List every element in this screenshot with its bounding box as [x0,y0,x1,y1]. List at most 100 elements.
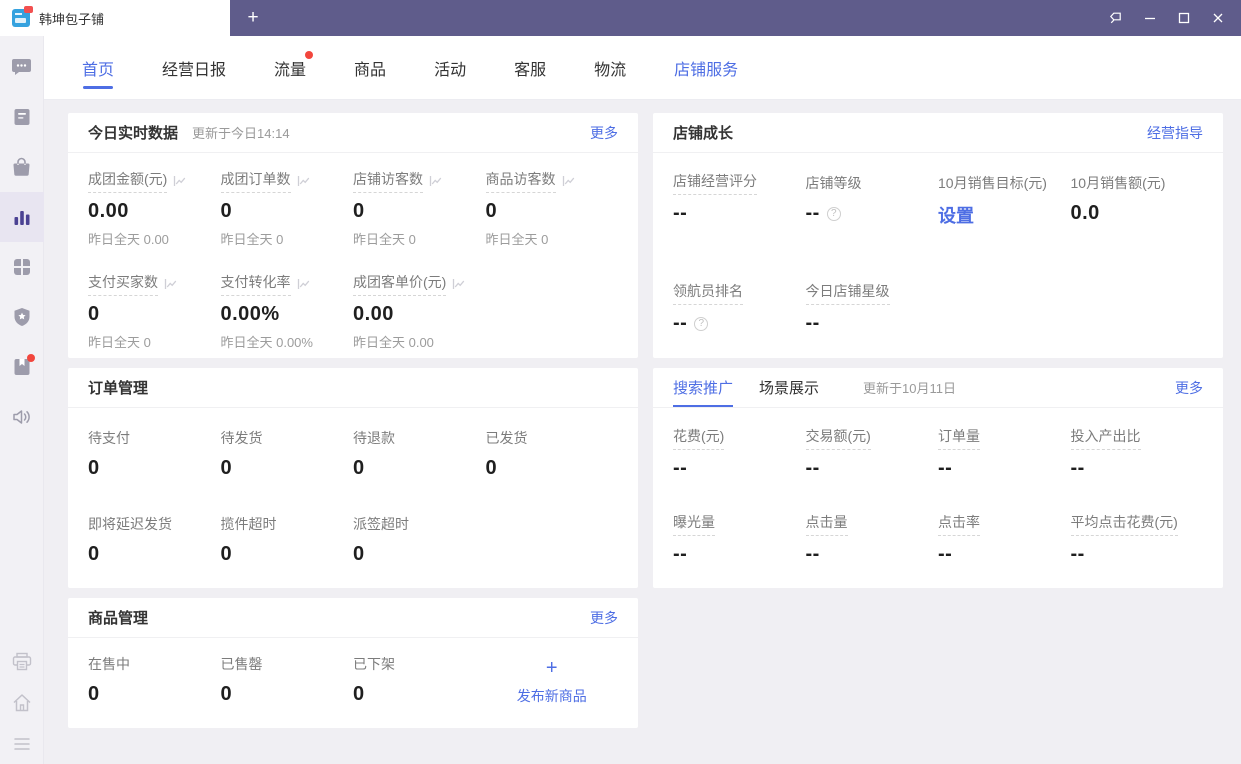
sidebar-menu-icon[interactable] [0,723,44,764]
close-icon[interactable] [1205,5,1231,31]
sidebar-bag-icon[interactable] [0,142,44,192]
metric-yesterday: 昨日全天 0.00% [220,335,313,350]
window-titlebar: 韩坤包子铺 + [0,0,1241,36]
metric-label: 待支付 [88,430,130,446]
trend-chart-icon[interactable] [297,278,310,290]
trend-chart-icon[interactable] [164,278,177,290]
updated-time: 更新于10月11日 [863,381,956,396]
metric-value: 0 [88,683,100,705]
titlebar-drag-area [276,0,1103,36]
metric-label: 商品访客数 [485,169,556,193]
trend-chart-icon[interactable] [452,278,465,290]
nav-tab[interactable]: 店铺服务 [674,36,738,99]
more-link[interactable]: 更多 [590,608,618,628]
sidebar-chat-icon[interactable] [0,42,44,92]
metric-value: -- [673,202,688,224]
guidance-link[interactable]: 经营指导 [1147,123,1203,143]
nav-tab-label: 首页 [82,61,115,79]
set-target-link[interactable]: 设置 [938,202,974,228]
metric-cell: 店铺访客数 0 昨日全天 0 [353,171,486,248]
metric-label: 平均点击花费(元) [1070,512,1178,536]
metric-cell: 花费(元) -- [673,428,806,480]
nav-tab-label: 流量 [274,61,307,79]
publish-new-goods-button[interactable]: + 发布新商品 [486,654,619,706]
metric-label: 支付转化率 [220,272,291,296]
metric-cell: 订单量 -- [938,428,1071,480]
metric-label: 在售中 [88,656,130,672]
metric-value: -- [805,543,820,565]
metric-value: -- [1070,457,1085,479]
sidebar-book-icon[interactable] [0,342,44,392]
updated-time: 更新于今日14:14 [192,126,290,141]
metric-cell: 派签超时 0 [353,514,486,566]
metric-yesterday: 昨日全天 0 [220,232,284,247]
nav-tab[interactable]: 客服 [514,36,546,99]
metric-label: 今日店铺星级 [805,281,890,305]
metric-label: 支付买家数 [88,272,158,296]
metric-label: 待发货 [220,430,263,446]
new-tab-button[interactable]: + [230,0,276,36]
metric-cell: 成团订单数 0 昨日全天 0 [220,169,354,248]
sidebar-home-icon[interactable] [0,682,44,723]
promotion-tab[interactable]: 场景展示 [759,368,819,407]
metric-label: 店铺访客数 [353,169,423,193]
trend-chart-icon[interactable] [562,175,575,187]
nav-tab[interactable]: 物流 [594,36,626,99]
sidebar-printer-icon[interactable] [0,641,44,682]
promotion-tab[interactable]: 搜索推广 [673,368,734,407]
nav-tab-label: 客服 [514,61,547,79]
metric-cell: 领航员排名 -- ? [673,283,806,335]
help-icon[interactable]: ? [826,206,841,221]
sidebar-grid-icon[interactable] [0,242,44,292]
metric-yesterday: 昨日全天 0.00 [353,335,434,350]
nav-tab-label: 活动 [434,61,467,79]
metric-cell: 已售罄 0 [221,654,354,706]
trend-chart-icon[interactable] [429,175,442,187]
nav-tab[interactable]: 商品 [354,36,386,99]
metric-value: 0 [220,200,233,222]
metric-label: 已下架 [353,656,395,672]
metric-yesterday: 昨日全天 0 [88,335,151,350]
metric-label: 成团订单数 [220,169,291,193]
minimize-icon[interactable] [1137,5,1163,31]
trend-chart-icon[interactable] [173,175,186,187]
sidebar-document-icon[interactable] [0,92,44,142]
metric-cell: 商品访客数 0 昨日全天 0 [485,169,619,248]
help-icon[interactable]: ? [694,316,709,331]
nav-tab[interactable]: 首页 [82,36,114,99]
sidebar-shield-icon[interactable] [0,292,44,342]
metric-value: 0 [88,457,100,479]
nav-tab[interactable]: 活动 [434,36,466,99]
tab-title: 韩坤包子铺 [39,11,105,27]
metric-value: 0 [353,457,365,479]
metric-yesterday: 昨日全天 0 [485,232,549,247]
metric-value: -- [673,457,688,479]
metric-cell: 今日店铺星级 -- [805,281,939,335]
metric-label: 即将延迟发货 [88,516,172,532]
promotion-header: 搜索推广 场景展示 更新于10月11日 更多 [653,368,1223,408]
card-promotion: 搜索推广 场景展示 更新于10月11日 更多 花费(元) -- 交易额(元) -… [653,368,1223,588]
metric-value: 0 [353,683,365,705]
metric-cell: 10月销售额(元) 0.0 [1071,173,1204,228]
more-link[interactable]: 更多 [1175,378,1203,398]
pin-window-icon[interactable] [1103,5,1129,31]
metric-cell: 成团金额(元) 0.00 昨日全天 0.00 [88,171,221,248]
metric-cell: 支付买家数 0 昨日全天 0 [88,274,221,351]
metric-value: 0 [353,200,365,222]
metric-value: -- [805,202,820,224]
nav-tab[interactable]: 经营日报 [162,36,226,99]
sidebar-bar-chart-icon[interactable] [0,192,44,242]
metric-yesterday: 昨日全天 0 [353,232,416,247]
nav-tab-label: 店铺服务 [674,61,739,79]
metric-label: 成团客单价(元) [353,272,447,296]
maximize-icon[interactable] [1171,5,1197,31]
nav-tab[interactable]: 流量 [274,36,314,99]
metric-label: 店铺经营评分 [673,171,757,195]
metric-value: 0.00 [353,303,394,325]
trend-chart-icon[interactable] [297,175,310,187]
more-link[interactable]: 更多 [590,123,618,143]
sidebar-speaker-icon[interactable] [0,392,44,442]
browser-tab[interactable]: 韩坤包子铺 [0,0,230,36]
dashboard-content: 今日实时数据 更新于今日14:14 更多 成团金额(元) 0.00 昨日全天 0… [44,100,1241,728]
card-order-management: 订单管理 待支付 0 待发货 0 待退款 0 已发货 0 即将延迟发货 0 揽件… [68,368,638,588]
